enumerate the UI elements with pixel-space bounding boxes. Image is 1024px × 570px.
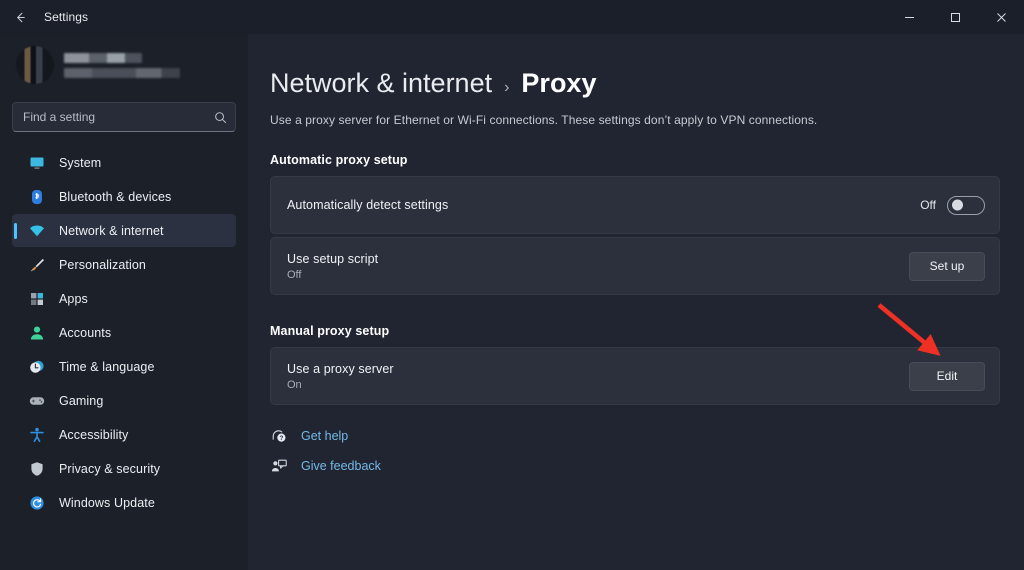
gamepad-icon xyxy=(28,392,45,409)
card-automatically-detect-settings: Automatically detect settings Off xyxy=(270,176,1000,234)
settings-window: Settings Find a setting System Bluetooth… xyxy=(0,0,1024,570)
bluetooth-icon xyxy=(28,188,45,205)
card-texts: Automatically detect settings xyxy=(287,198,448,212)
page-title: Proxy xyxy=(521,68,597,98)
close-button[interactable] xyxy=(978,0,1024,34)
card-subtitle: Off xyxy=(287,268,302,281)
card-title: Use a proxy server xyxy=(287,361,394,376)
chevron-right-icon: › xyxy=(504,79,510,96)
sidebar-item-label: Personalization xyxy=(59,257,146,272)
sidebar-item-gaming[interactable]: Gaming xyxy=(12,384,236,417)
search-placeholder: Find a setting xyxy=(23,110,96,124)
sidebar-item-network-internet[interactable]: Network & internet xyxy=(12,214,236,247)
profile-name-redacted xyxy=(64,52,142,63)
profile-email-redacted xyxy=(64,67,180,78)
monitor-icon xyxy=(28,154,45,171)
sidebar-item-label: Time & language xyxy=(59,359,155,374)
give-feedback-link[interactable]: Give feedback xyxy=(270,457,381,474)
sidebar: Find a setting System Bluetooth & device… xyxy=(0,34,248,570)
user-profile[interactable] xyxy=(12,34,236,96)
sidebar-item-personalization[interactable]: Personalization xyxy=(12,248,236,281)
apps-grid-icon xyxy=(28,290,45,307)
card-controls: Set up xyxy=(909,251,985,281)
card-use-a-proxy-server: Use a proxy server On Edit xyxy=(270,347,1000,405)
sidebar-item-apps[interactable]: Apps xyxy=(12,282,236,315)
person-icon xyxy=(28,324,45,341)
main-content: Network & internet › Proxy Use a proxy s… xyxy=(248,34,1024,570)
footer-links: ? Get help Give feedback xyxy=(270,427,1000,474)
clock-icon xyxy=(28,358,45,375)
svg-text:?: ? xyxy=(279,435,283,442)
sidebar-item-windows-update[interactable]: Windows Update xyxy=(12,486,236,519)
sidebar-item-label: Gaming xyxy=(59,393,104,408)
window-controls xyxy=(886,0,1024,34)
search-input[interactable]: Find a setting xyxy=(12,102,236,132)
sidebar-item-label: Apps xyxy=(59,291,88,306)
sidebar-item-accounts[interactable]: Accounts xyxy=(12,316,236,349)
minimize-button[interactable] xyxy=(886,0,932,34)
accessibility-icon xyxy=(28,426,45,443)
feedback-person-icon xyxy=(270,457,287,474)
breadcrumb-root-link[interactable]: Network & internet xyxy=(270,68,492,99)
give-feedback-label: Give feedback xyxy=(301,458,381,473)
toggle-switch[interactable] xyxy=(947,195,985,215)
sidebar-item-label: Accounts xyxy=(59,325,112,340)
sidebar-item-label: Network & internet xyxy=(59,223,164,238)
sidebar-item-label: Bluetooth & devices xyxy=(59,189,172,204)
paintbrush-icon xyxy=(28,256,45,273)
title-bar: Settings xyxy=(0,0,1024,34)
profile-text-redacted xyxy=(64,52,180,78)
page-description: Use a proxy server for Ethernet or Wi-Fi… xyxy=(270,113,818,127)
card-texts: Use a proxy server On xyxy=(287,362,394,391)
sidebar-item-label: Windows Update xyxy=(59,495,155,510)
shield-icon xyxy=(28,460,45,477)
card-title: Automatically detect settings xyxy=(287,198,449,212)
card-controls: Off xyxy=(920,195,985,215)
sidebar-item-label: System xyxy=(59,155,102,170)
sidebar-item-system[interactable]: System xyxy=(12,146,236,179)
edit-button[interactable]: Edit xyxy=(909,361,985,391)
refresh-icon xyxy=(28,494,45,511)
get-help-label: Get help xyxy=(301,428,349,443)
sidebar-item-time-language[interactable]: Time & language xyxy=(12,350,236,383)
card-texts: Use setup script Off xyxy=(287,252,378,281)
sidebar-item-privacy-security[interactable]: Privacy & security xyxy=(12,452,236,485)
card-use-setup-script: Use setup script Off Set up xyxy=(270,237,1000,295)
maximize-button[interactable] xyxy=(932,0,978,34)
sidebar-nav: System Bluetooth & devices Network & int… xyxy=(12,146,236,519)
wifi-icon xyxy=(28,222,45,239)
window-body: Find a setting System Bluetooth & device… xyxy=(0,34,1024,570)
sidebar-item-accessibility[interactable]: Accessibility xyxy=(12,418,236,451)
avatar xyxy=(16,46,54,84)
help-question-icon: ? xyxy=(270,427,287,444)
breadcrumb: Network & internet › Proxy xyxy=(270,68,1000,99)
back-button[interactable] xyxy=(0,1,40,33)
card-title: Use setup script xyxy=(287,251,379,266)
toggle-automatically-detect-settings[interactable]: Off xyxy=(920,195,985,215)
window-title: Settings xyxy=(44,10,89,24)
section-title-manual-proxy-setup: Manual proxy setup xyxy=(270,324,390,338)
sidebar-item-label: Privacy & security xyxy=(59,461,161,476)
toggle-state-label: Off xyxy=(920,198,936,212)
toggle-knob xyxy=(952,199,963,211)
section-title-automatic-proxy-setup: Automatic proxy setup xyxy=(270,153,408,167)
search-icon xyxy=(214,111,227,124)
sidebar-item-label: Accessibility xyxy=(59,427,129,442)
sidebar-item-bluetooth-devices[interactable]: Bluetooth & devices xyxy=(12,180,236,213)
card-subtitle: On xyxy=(287,378,302,391)
get-help-link[interactable]: ? Get help xyxy=(270,427,348,444)
card-controls: Edit xyxy=(909,361,985,391)
set-up-button[interactable]: Set up xyxy=(909,251,985,281)
